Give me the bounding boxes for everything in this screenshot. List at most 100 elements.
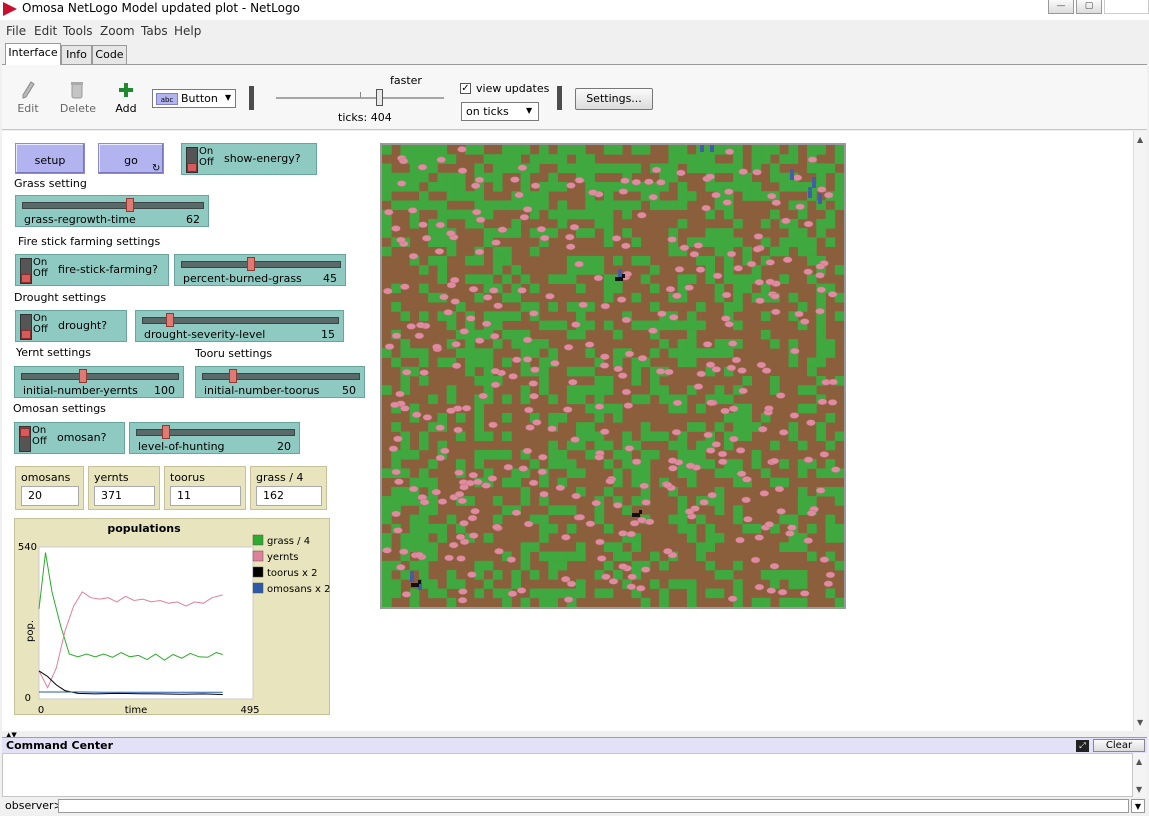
fire-setting-note: Fire stick farming settings <box>18 235 161 248</box>
grass-patch <box>511 218 521 229</box>
grass-patch <box>788 145 799 155</box>
initial-yernts-slider[interactable]: initial-number-yernts 100 <box>14 366 184 398</box>
grass-patch <box>788 579 799 589</box>
grass-patch <box>797 597 808 608</box>
slider-knob[interactable] <box>162 425 170 439</box>
grass-patch <box>382 181 392 192</box>
command-output[interactable] <box>2 753 1133 797</box>
percent-burned-slider[interactable]: percent-burned-grass 45 <box>174 254 346 286</box>
slider-knob[interactable] <box>79 369 87 383</box>
scroll-up-icon[interactable]: ▲ <box>1137 135 1143 144</box>
close-icon[interactable] <box>1104 0 1149 14</box>
menu-file[interactable]: File <box>6 24 26 38</box>
scroll-down-icon[interactable]: ▼ <box>1136 785 1142 794</box>
grass-patch <box>511 265 521 275</box>
grass-patch <box>566 163 577 174</box>
setup-button[interactable]: setup <box>15 143 85 174</box>
grass-patch <box>474 403 485 414</box>
yernt-agent <box>656 179 666 186</box>
expand-icon[interactable]: ⤢ <box>1076 740 1089 752</box>
initial-toorus-slider[interactable]: initial-number-toorus 50 <box>195 366 365 398</box>
add-button[interactable]: Add <box>108 102 144 115</box>
grass-regrowth-slider[interactable]: grass-regrowth-time 62 <box>15 195 209 227</box>
drought-switch[interactable]: On Off drought? <box>15 310 127 342</box>
grass-patch <box>437 265 448 275</box>
edit-button[interactable]: Edit <box>8 102 48 115</box>
grass-patch <box>557 551 568 562</box>
minimize-icon[interactable]: — <box>1048 0 1074 14</box>
menu-edit[interactable]: Edit <box>34 24 57 38</box>
command-scrollbar[interactable]: ▲ ▼ <box>1133 753 1147 797</box>
scroll-down-icon[interactable]: ▼ <box>1137 718 1143 727</box>
grass-patch <box>428 181 438 192</box>
slider-knob[interactable] <box>166 313 174 327</box>
grass-patch <box>502 394 512 405</box>
yernt-agent <box>626 530 636 538</box>
yernt-agent <box>803 537 813 544</box>
tab-info[interactable]: Info <box>61 45 92 64</box>
grass-patch <box>511 200 521 211</box>
show-energy-switch[interactable]: On Off show-energy? <box>181 143 317 175</box>
level-of-hunting-slider[interactable]: level-of-hunting 20 <box>129 422 300 454</box>
grass-patch <box>557 200 568 211</box>
menu-help[interactable]: Help <box>174 24 201 38</box>
grass-patch <box>382 505 392 515</box>
omosan-switch[interactable]: On Off omosan? <box>14 422 125 454</box>
drought-severity-slider[interactable]: drought-severity-level 15 <box>135 310 344 342</box>
slider-knob[interactable] <box>247 257 255 271</box>
grass-patch <box>418 191 429 201</box>
grass-patch <box>686 357 697 368</box>
grass-patch <box>418 477 429 488</box>
tab-interface[interactable]: Interface <box>5 43 61 65</box>
grass-patch <box>492 496 503 506</box>
yernt-agent <box>679 244 690 252</box>
yernt-agent <box>470 508 480 515</box>
grass-patch <box>797 440 808 451</box>
chevron-down-icon[interactable]: ▼ <box>1131 799 1145 813</box>
view-updates-checkbox[interactable]: ✓ <box>460 83 471 94</box>
slider-label: initial-number-yernts <box>23 384 138 397</box>
settings-button[interactable]: Settings... <box>575 88 653 110</box>
widget-type-dropdown[interactable]: abc Button ▼ <box>152 89 236 108</box>
tab-code[interactable]: Code <box>92 45 127 64</box>
yernt-agent <box>555 484 566 491</box>
update-mode-dropdown[interactable]: on ticks ▼ <box>461 102 539 121</box>
grass-patch <box>816 228 826 238</box>
grass-patch <box>520 597 531 608</box>
clear-button[interactable]: Clear <box>1093 739 1145 752</box>
menu-tabs[interactable]: Tabs <box>141 24 168 38</box>
monitor-yernts: yernts 371 <box>88 466 160 510</box>
yernt-agent <box>651 166 662 174</box>
grass-patch <box>576 422 586 432</box>
grass-patch <box>779 514 789 525</box>
command-input[interactable] <box>58 799 1129 813</box>
grass-patch <box>816 163 826 174</box>
omosan-agent <box>808 191 812 198</box>
grass-patch <box>492 311 503 321</box>
grass-patch <box>603 542 614 552</box>
vertical-scrollbar[interactable]: ▲ ▼ <box>1133 131 1147 731</box>
fire-stick-switch[interactable]: On Off fire-stick-farming? <box>15 254 169 286</box>
slider-knob[interactable] <box>126 198 134 212</box>
slider-knob[interactable] <box>229 369 237 383</box>
grass-patch <box>492 320 503 331</box>
plot-area <box>38 546 254 700</box>
menu-tools[interactable]: Tools <box>63 24 93 38</box>
yernt-agent <box>414 551 424 559</box>
grass-patch <box>400 311 411 321</box>
delete-button[interactable]: Delete <box>56 102 100 115</box>
grass-patch <box>649 283 660 294</box>
speed-slider-thumb[interactable] <box>376 89 383 106</box>
yernt-agent <box>806 419 816 426</box>
maximize-icon[interactable]: ▢ <box>1076 0 1102 14</box>
grass-patch <box>566 209 577 220</box>
go-button[interactable]: go ↻ <box>98 143 164 174</box>
grass-patch <box>557 145 568 155</box>
grass-patch <box>548 597 558 608</box>
grass-patch <box>502 163 512 174</box>
scroll-up-icon[interactable]: ▲ <box>1136 757 1142 766</box>
menu-zoom[interactable]: Zoom <box>100 24 135 38</box>
grass-patch <box>788 597 799 608</box>
grass-patch <box>418 468 429 479</box>
world-view[interactable] <box>380 141 846 609</box>
